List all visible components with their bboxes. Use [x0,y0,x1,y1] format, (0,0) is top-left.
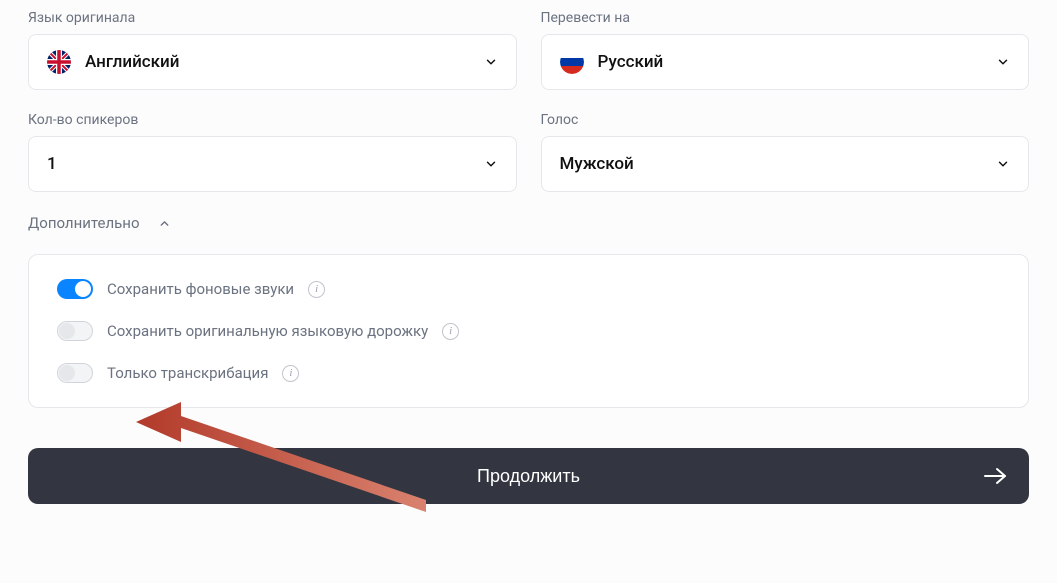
transcription-only-label: Только транскрибация [107,364,268,382]
target-language-select[interactable]: Русский [541,34,1030,90]
advanced-toggle-header[interactable]: Дополнительно [28,214,1029,232]
chevron-down-icon [484,157,498,171]
speakers-count-label: Кол-во спикеров [28,112,517,128]
advanced-label: Дополнительно [28,214,140,232]
info-icon[interactable]: i [282,365,299,382]
transcription-only-toggle[interactable] [57,363,93,383]
chevron-down-icon [996,55,1010,69]
flag-uk-icon [47,50,71,74]
advanced-panel: Сохранить фоновые звуки i Сохранить ориг… [28,254,1029,408]
arrow-right-icon [983,467,1007,485]
flag-ru-icon [560,50,584,74]
chevron-up-icon [158,217,171,230]
chevron-down-icon [996,157,1010,171]
source-language-label: Язык оригинала [28,10,517,26]
keep-background-label: Сохранить фоновые звуки [107,280,294,298]
keep-background-toggle[interactable] [57,279,93,299]
target-language-value: Русский [598,52,664,72]
info-icon[interactable]: i [308,281,325,298]
voice-value: Мужской [560,154,634,174]
voice-label: Голос [541,112,1030,128]
speakers-count-select[interactable]: 1 [28,136,517,192]
chevron-down-icon [484,55,498,69]
target-language-label: Перевести на [541,10,1030,26]
info-icon[interactable]: i [442,323,459,340]
source-language-value: Английский [85,52,179,72]
continue-button-label: Продолжить [477,466,580,487]
keep-original-track-toggle[interactable] [57,321,93,341]
continue-button[interactable]: Продолжить [28,448,1029,504]
keep-original-track-label: Сохранить оригинальную языковую дорожку [107,322,428,340]
speakers-count-value: 1 [47,154,57,174]
source-language-select[interactable]: Английский [28,34,517,90]
voice-select[interactable]: Мужской [541,136,1030,192]
